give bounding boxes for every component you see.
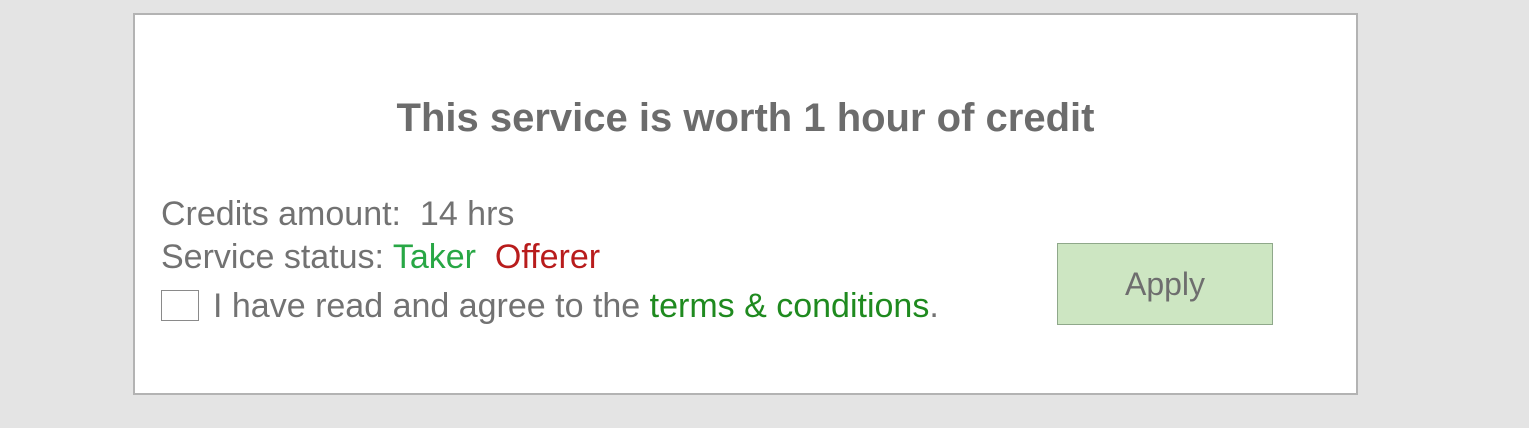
status-offerer[interactable]: Offerer — [495, 238, 600, 276]
apply-button[interactable]: Apply — [1057, 243, 1273, 325]
credits-label: Credits amount: — [161, 195, 401, 233]
credit-dialog: This service is worth 1 hour of credit C… — [133, 13, 1358, 395]
terms-row: I have read and agree to the terms & con… — [161, 286, 939, 326]
terms-text: I have read and agree to the — [213, 287, 641, 325]
service-status-row: Service status: Taker Offerer — [161, 237, 600, 277]
terms-period: . — [929, 287, 939, 325]
credits-row: Credits amount: 14 hrs — [161, 194, 514, 234]
status-taker[interactable]: Taker — [393, 238, 476, 276]
terms-checkbox[interactable] — [161, 289, 199, 321]
credits-value: 14 hrs — [419, 195, 515, 233]
service-status-label: Service status: — [161, 238, 384, 276]
terms-link[interactable]: terms & conditions — [650, 287, 930, 325]
dialog-title: This service is worth 1 hour of credit — [396, 96, 1095, 140]
